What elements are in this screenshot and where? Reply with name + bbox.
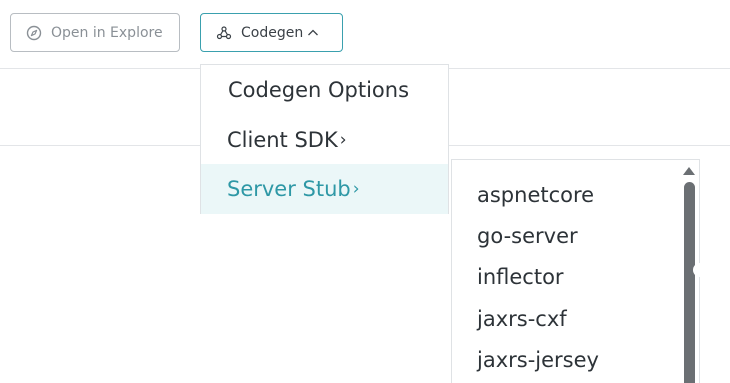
menu-item-server-stub[interactable]: Server Stub › xyxy=(201,164,448,214)
submenu-item-aspnetcore[interactable]: aspnetcore xyxy=(477,181,594,209)
chevron-right-icon: › xyxy=(339,130,347,150)
submenu-item-inflector[interactable]: inflector xyxy=(477,263,564,291)
codegen-options-heading-label: Codegen Options xyxy=(228,78,410,102)
chevron-up-icon xyxy=(307,27,319,39)
scrollbar-thumb[interactable] xyxy=(684,182,695,383)
submenu-item-jaxrs-cxf[interactable]: jaxrs-cxf xyxy=(477,305,567,333)
submenu-item-jaxrs-jersey[interactable]: jaxrs-jersey xyxy=(477,346,599,374)
page: Open in Explore Codegen Codegen Options … xyxy=(0,0,730,383)
client-sdk-label: Client SDK xyxy=(227,128,338,152)
codegen-label: Codegen xyxy=(241,24,304,41)
codegen-dropdown-menu: Codegen Options Client SDK › Server Stub… xyxy=(200,64,449,214)
codegen-options-heading: Codegen Options xyxy=(201,65,448,115)
open-in-explore-button[interactable]: Open in Explore xyxy=(10,13,180,52)
menu-item-client-sdk[interactable]: Client SDK › xyxy=(201,115,448,165)
server-stub-label: Server Stub xyxy=(227,177,351,201)
codegen-button[interactable]: Codegen xyxy=(200,13,343,52)
scrollbar-notch xyxy=(693,263,701,277)
server-stub-submenu: aspnetcore go-server inflector jaxrs-cxf… xyxy=(451,159,700,383)
submenu-item-go-server[interactable]: go-server xyxy=(477,222,578,250)
compass-icon xyxy=(26,25,42,41)
chevron-right-icon: › xyxy=(352,179,360,199)
webhook-icon xyxy=(216,25,232,41)
open-in-explore-label: Open in Explore xyxy=(51,24,163,41)
scroll-up-arrow-icon[interactable] xyxy=(683,167,695,175)
